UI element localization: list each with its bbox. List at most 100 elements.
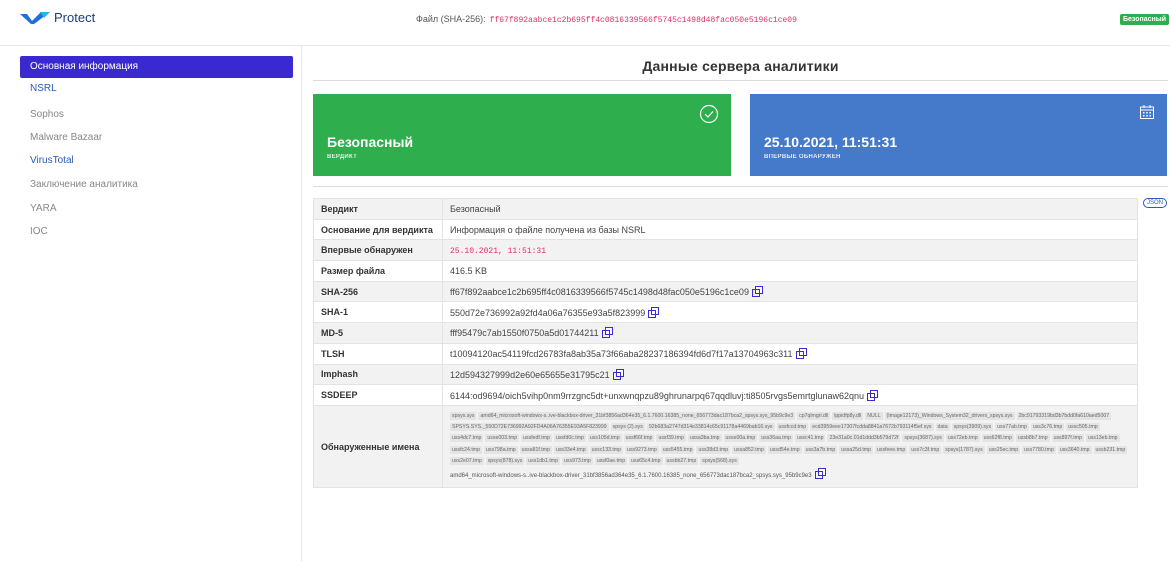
check-circle-icon bbox=[699, 104, 719, 127]
detected-name-tag: spsys.sys bbox=[450, 411, 477, 420]
detected-name-tag: uss3a7b.tmp bbox=[803, 445, 838, 454]
detected-name-tag: ussc41.tmp bbox=[794, 434, 826, 443]
detected-name-tag: uss38d3.tmp bbox=[696, 445, 731, 454]
detected-name-tag: spsys(3909).sys bbox=[951, 422, 994, 431]
detected-name-tag: uss7c3f.tmp bbox=[909, 445, 942, 454]
table-row: Размер файла 416.5 KB bbox=[313, 260, 1138, 282]
sidebar-item-ioc[interactable]: IOC bbox=[20, 221, 293, 243]
detected-name-tag: uss7780.tmp bbox=[1022, 445, 1056, 454]
detected-name-tag: uss105d.tmp bbox=[587, 434, 622, 443]
table-row: TLSH t10094120ac54119fcd26783fa8ab35a73f… bbox=[313, 342, 1138, 365]
row-value-verdict: Безопасный bbox=[442, 198, 1138, 220]
sidebar-item-malware-bazaar[interactable]: Malware Bazaar bbox=[20, 127, 293, 149]
row-value-verdict-reason: Информация о файле получена из базы NSRL bbox=[442, 218, 1138, 241]
detected-name-tag: ussfeee.tmp bbox=[874, 445, 908, 454]
detected-names-cell: spsys.sys amd64_microsoft-windows-s..ive-… bbox=[442, 404, 1138, 489]
copy-icon[interactable] bbox=[867, 389, 879, 401]
sidebar-item-main-info[interactable]: Основная информация bbox=[20, 56, 293, 78]
table-row: SHA-256 ff67f892aabce1c2b695ff4c08163395… bbox=[313, 280, 1138, 303]
detected-name-tag: ussfccd.tmp bbox=[776, 422, 809, 431]
detected-name-tag: ussbb27.tmp bbox=[664, 457, 699, 466]
detected-name-tag: uss1db1.tmp bbox=[526, 457, 560, 466]
row-key-detected-names: Обнаруженные имена bbox=[313, 404, 443, 489]
app-name: Protect bbox=[54, 10, 96, 25]
row-value-tlsh: t10094120ac54119fcd26783fa8ab35a73f66aba… bbox=[450, 349, 793, 360]
row-value-imphash: 12d594327999d2e60e65655e31795c21 bbox=[450, 369, 610, 380]
detected-name-tag: SPSYS.SYS._550D72E736992A92FD4A06A76355E… bbox=[450, 422, 609, 431]
row-value-sha256: ff67f892aabce1c2b695ff4c0816339566f5745c… bbox=[450, 287, 749, 298]
detected-name-tag: ussc505.tmp bbox=[1066, 422, 1100, 431]
detected-name-tag: uss25ec.tmp bbox=[986, 445, 1021, 454]
table-row: Основание для вердикта Информация о файл… bbox=[313, 218, 1138, 241]
file-hash-value: ff67f892aabce1c2b695ff4c0816339566f5745c… bbox=[489, 16, 797, 25]
copy-icon[interactable] bbox=[814, 467, 826, 479]
detected-name-tag: uss62f8.tmp bbox=[981, 434, 1014, 443]
section-title: Данные сервера аналитики bbox=[642, 58, 839, 74]
verdict-card-label: вердикт bbox=[327, 154, 358, 160]
row-value-first-seen: 25.10.2021, 11:51:31 bbox=[450, 246, 547, 256]
detected-name-tag: uss4dc7.tmp bbox=[450, 434, 484, 443]
copy-icon[interactable] bbox=[612, 368, 624, 380]
table-row: SSDEEP 6144:od9694/oich5vihp0nm9rrzgnc5d… bbox=[313, 384, 1138, 406]
detected-name-tag: ussa25d.tmp bbox=[839, 445, 873, 454]
row-key-tlsh: TLSH bbox=[313, 342, 443, 365]
detected-name-tag: ussb231.tmp bbox=[1093, 445, 1128, 454]
logo[interactable]: Protect bbox=[20, 10, 95, 25]
detected-name-tag: uss9273.tmp bbox=[625, 445, 659, 454]
detected-name-tag: ussc133.tmp bbox=[589, 445, 624, 454]
detected-name-tag: ussa81f.tmp bbox=[519, 445, 552, 454]
detected-name-tag: uss77ab.tmp bbox=[995, 422, 1029, 431]
row-value-md5: fff95479c7ab1550f0750a5d01744211 bbox=[450, 328, 599, 339]
detected-name-tag: ussf66f.tmp bbox=[623, 434, 655, 443]
row-key-file-size: Размер файла bbox=[313, 260, 443, 282]
table-row: MD-5 fff95479c7ab1550f0750a5d01744211 bbox=[313, 322, 1138, 344]
section-divider bbox=[313, 80, 1168, 81]
detected-name-tag: spsys(878).sys bbox=[485, 457, 525, 466]
verdict-card-value: Безопасный bbox=[327, 134, 414, 150]
table-row: SHA-1 550d72e736992a92fd4a06a76355e93a5f… bbox=[313, 301, 1138, 324]
row-key-imphash: Imphash bbox=[313, 363, 443, 386]
detected-name-tag: uss798a.tmp bbox=[483, 445, 518, 454]
copy-icon[interactable] bbox=[648, 306, 660, 318]
table-row: Впервые обнаружен 25.10.2021, 11:51:31 bbox=[313, 239, 1138, 262]
detected-name-tag: ecd3959eee17307fcdda8841a7672b793114f5ef… bbox=[810, 422, 934, 431]
sidebar-item-sophos[interactable]: Sophos bbox=[20, 104, 293, 126]
detected-name-tag: uss2e07.tmp bbox=[450, 457, 484, 466]
detected-name-tag: cp7qlmgri.dll bbox=[797, 411, 831, 420]
detected-name-tag: ussb8b7.tmp bbox=[1015, 434, 1050, 443]
cards-divider bbox=[313, 186, 1168, 187]
row-value-file-size: 416.5 KB bbox=[442, 260, 1138, 282]
detected-name-tag: ussa3ba.tmp bbox=[687, 434, 722, 443]
detected-name-tag: uss65c4.tmp bbox=[629, 457, 663, 466]
sidebar-item-nsrl[interactable]: NSRL bbox=[20, 78, 293, 100]
detected-name-tag: usse003.tmp bbox=[485, 434, 520, 443]
info-table: Вердикт Безопасный Основание для вердикт… bbox=[313, 198, 1138, 489]
detected-name-tag: ussd54e.tmp bbox=[767, 445, 802, 454]
sidebar-item-virustotal[interactable]: VirusTotal bbox=[20, 150, 293, 172]
row-key-sha256: SHA-256 bbox=[313, 280, 443, 303]
calendar-icon bbox=[1139, 104, 1155, 123]
detected-name-last: amd64_microsoft-windows-s..ive-blackbox-… bbox=[450, 472, 812, 479]
protect-logo-icon bbox=[20, 11, 50, 24]
copy-icon[interactable] bbox=[601, 327, 613, 339]
detected-name-tag: ussfc24.tmp bbox=[450, 445, 482, 454]
row-key-sha1: SHA-1 bbox=[313, 301, 443, 324]
detected-name-tag: uss3640.tmp bbox=[1057, 445, 1092, 454]
json-button[interactable]: JSON bbox=[1143, 198, 1168, 208]
first-seen-card-label: впервые обнаружен bbox=[764, 154, 841, 160]
detected-name-tag: uss36aa.tmp bbox=[759, 434, 793, 443]
detected-name-tag: spsys(3687).sys bbox=[902, 434, 944, 443]
sidebar-item-yara[interactable]: YARA bbox=[20, 198, 293, 220]
detected-name-tag: ussfedf.tmp bbox=[521, 434, 552, 443]
table-row: Обнаруженные имена spsys.sys amd64_micros… bbox=[313, 404, 1138, 489]
first-seen-card-value: 25.10.2021, 11:51:31 bbox=[764, 134, 898, 150]
status-badge: Безопасный bbox=[1120, 14, 1170, 25]
copy-icon[interactable] bbox=[751, 286, 763, 298]
row-value-sha1: 550d72e736992a92fd4a06a76355e93a5f823999 bbox=[450, 307, 646, 318]
detected-name-tag: uss973.tmp bbox=[562, 457, 593, 466]
sidebar-item-analyst-conclusion[interactable]: Заключение аналитика bbox=[20, 174, 293, 196]
copy-icon[interactable] bbox=[795, 348, 807, 360]
detected-name-tag: usse00a.tmp bbox=[723, 434, 758, 443]
table-row: Imphash 12d594327999d2e60e65655e31795c21 bbox=[313, 363, 1138, 386]
detected-name-tag: 92b683a2747d314e33814c65c91178a4469bab16… bbox=[646, 422, 775, 431]
